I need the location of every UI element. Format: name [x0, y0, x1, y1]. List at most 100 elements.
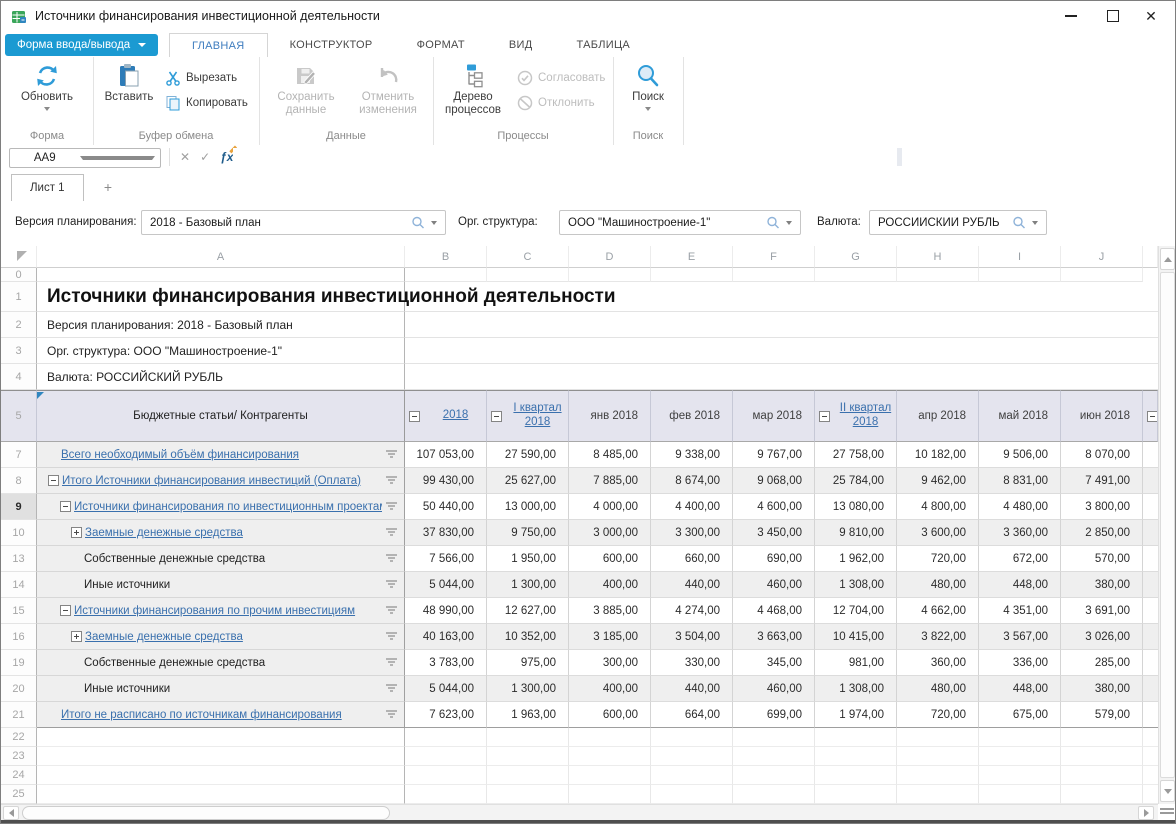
collapse-icon[interactable]	[491, 411, 502, 422]
column-header[interactable]: A	[37, 246, 405, 268]
search-icon[interactable]	[766, 216, 780, 230]
horizontal-scroll-thumb[interactable]	[22, 806, 390, 820]
value-cell[interactable]: 27 590,00	[487, 442, 569, 468]
value-cell[interactable]: 380,00	[1061, 676, 1143, 702]
insert-function-icon[interactable]: ƒx	[220, 150, 233, 164]
budget-item-label[interactable]: Источники финансирования по прочим инвес…	[74, 605, 382, 617]
refresh-button[interactable]: Обновить	[15, 63, 79, 111]
value-cell[interactable]: 48 990,00	[405, 598, 487, 624]
column-header[interactable]: G	[815, 246, 897, 268]
budget-items-header-cell[interactable]: Бюджетные статьи/ Контрагенты	[37, 390, 405, 442]
value-cell[interactable]: 9 462,00	[897, 468, 979, 494]
empty-cell[interactable]	[1061, 747, 1143, 766]
value-cell[interactable]: 1 950,00	[487, 546, 569, 572]
empty-cell[interactable]	[569, 747, 651, 766]
row-header[interactable]: 20	[1, 676, 37, 702]
empty-cell[interactable]	[569, 728, 651, 747]
empty-cell[interactable]	[897, 766, 979, 785]
value-cell[interactable]: 400,00	[569, 572, 651, 598]
chevron-down-icon[interactable]	[1032, 221, 1038, 225]
value-cell[interactable]: 25 784,00	[815, 468, 897, 494]
empty-cell[interactable]	[405, 268, 487, 282]
value-cell[interactable]: 4 800,00	[897, 494, 979, 520]
value-cell[interactable]: 8 485,00	[569, 442, 651, 468]
quarter-link[interactable]: II квартал 2018	[835, 402, 896, 430]
row-header[interactable]: 19	[1, 650, 37, 676]
row-header[interactable]: 21	[1, 702, 37, 728]
report-title-cell[interactable]: Источники финансирования инвестиционной …	[37, 282, 405, 312]
value-cell[interactable]: 1 962,00	[815, 546, 897, 572]
value-cell[interactable]: 10 415,00	[815, 624, 897, 650]
value-cell[interactable]: 330,00	[651, 650, 733, 676]
collapse-icon[interactable]	[48, 475, 59, 486]
budget-item-label[interactable]: Всего необходимый объём финансирования	[61, 449, 382, 461]
cell-name-box[interactable]: AA9	[9, 148, 161, 168]
month-header-cell[interactable]: апр 2018	[897, 390, 979, 442]
value-cell[interactable]: 448,00	[979, 676, 1061, 702]
value-cell[interactable]: 400,00	[569, 676, 651, 702]
add-sheet-button[interactable]: +	[93, 174, 123, 200]
row-header[interactable]: 16	[1, 624, 37, 650]
empty-cell[interactable]	[487, 747, 569, 766]
value-cell[interactable]: 3 360,00	[979, 520, 1061, 546]
value-cell[interactable]: 1 974,00	[815, 702, 897, 728]
budget-item-cell[interactable]: Итого Источники финансирования инвестици…	[37, 468, 405, 494]
row-header[interactable]: 15	[1, 598, 37, 624]
value-cell[interactable]: 9 810,00	[815, 520, 897, 546]
budget-item-cell[interactable]: Источники финансирования по инвестиционн…	[37, 494, 405, 520]
empty-cell[interactable]	[815, 785, 897, 804]
empty-cell[interactable]	[979, 785, 1061, 804]
value-cell[interactable]: 50 440,00	[405, 494, 487, 520]
year-header-cell[interactable]: 2018	[405, 390, 487, 442]
search-icon[interactable]	[411, 216, 425, 230]
value-cell[interactable]: 675,00	[979, 702, 1061, 728]
value-cell[interactable]: 3 663,00	[733, 624, 815, 650]
value-cell[interactable]: 3 026,00	[1061, 624, 1143, 650]
value-cell[interactable]: 8 831,00	[979, 468, 1061, 494]
row-header[interactable]: 4	[1, 364, 37, 390]
column-header[interactable]: C	[487, 246, 569, 268]
column-header[interactable]: D	[569, 246, 651, 268]
chevron-down-icon[interactable]	[431, 221, 437, 225]
value-cell[interactable]: 37 830,00	[405, 520, 487, 546]
value-cell[interactable]: 12 627,00	[487, 598, 569, 624]
column-header[interactable]: I	[979, 246, 1061, 268]
filter-icon[interactable]	[386, 632, 397, 641]
copy-button[interactable]: Копировать	[165, 95, 248, 111]
value-cell[interactable]: 460,00	[733, 676, 815, 702]
filter-icon[interactable]	[386, 450, 397, 459]
empty-cell[interactable]	[979, 747, 1061, 766]
quarter-link[interactable]: I квартал 2018	[507, 402, 568, 430]
row-header[interactable]: 14	[1, 572, 37, 598]
value-cell[interactable]: 380,00	[1061, 572, 1143, 598]
info-cell[interactable]: Версия планирования: 2018 - Базовый план	[37, 312, 405, 338]
value-cell[interactable]: 579,00	[1061, 702, 1143, 728]
value-cell[interactable]: 672,00	[979, 546, 1061, 572]
org-structure-combo[interactable]: ООО "Машиностроение-1"	[559, 210, 801, 235]
empty-cell[interactable]	[37, 766, 405, 785]
empty-cell[interactable]	[487, 268, 569, 282]
empty-cell[interactable]	[897, 728, 979, 747]
value-cell[interactable]: 3 885,00	[569, 598, 651, 624]
planning-version-combo[interactable]: 2018 - Базовый план	[141, 210, 446, 235]
value-cell[interactable]: 4 662,00	[897, 598, 979, 624]
filter-icon[interactable]	[386, 554, 397, 563]
maximize-button[interactable]	[1093, 1, 1133, 31]
cut-button[interactable]: Вырезать	[165, 70, 237, 86]
value-cell[interactable]: 981,00	[815, 650, 897, 676]
info-cell[interactable]: Орг. структура: ООО "Машиностроение-1"	[37, 338, 405, 364]
tab-format[interactable]: ФОРМАТ	[395, 33, 487, 57]
collapse-icon[interactable]	[1147, 411, 1158, 422]
empty-cell[interactable]	[651, 785, 733, 804]
value-cell[interactable]: 4 351,00	[979, 598, 1061, 624]
value-cell[interactable]: 300,00	[569, 650, 651, 676]
value-cell[interactable]: 440,00	[651, 676, 733, 702]
empty-cell[interactable]	[1061, 785, 1143, 804]
value-cell[interactable]: 1 308,00	[815, 676, 897, 702]
month-header-cell[interactable]: июн 2018	[1061, 390, 1143, 442]
process-tree-button[interactable]: Дерево процессов	[439, 63, 507, 117]
quarter-header-cell[interactable]: II квартал 2018	[815, 390, 897, 442]
value-cell[interactable]: 8 674,00	[651, 468, 733, 494]
column-header[interactable]: H	[897, 246, 979, 268]
value-cell[interactable]: 40 163,00	[405, 624, 487, 650]
